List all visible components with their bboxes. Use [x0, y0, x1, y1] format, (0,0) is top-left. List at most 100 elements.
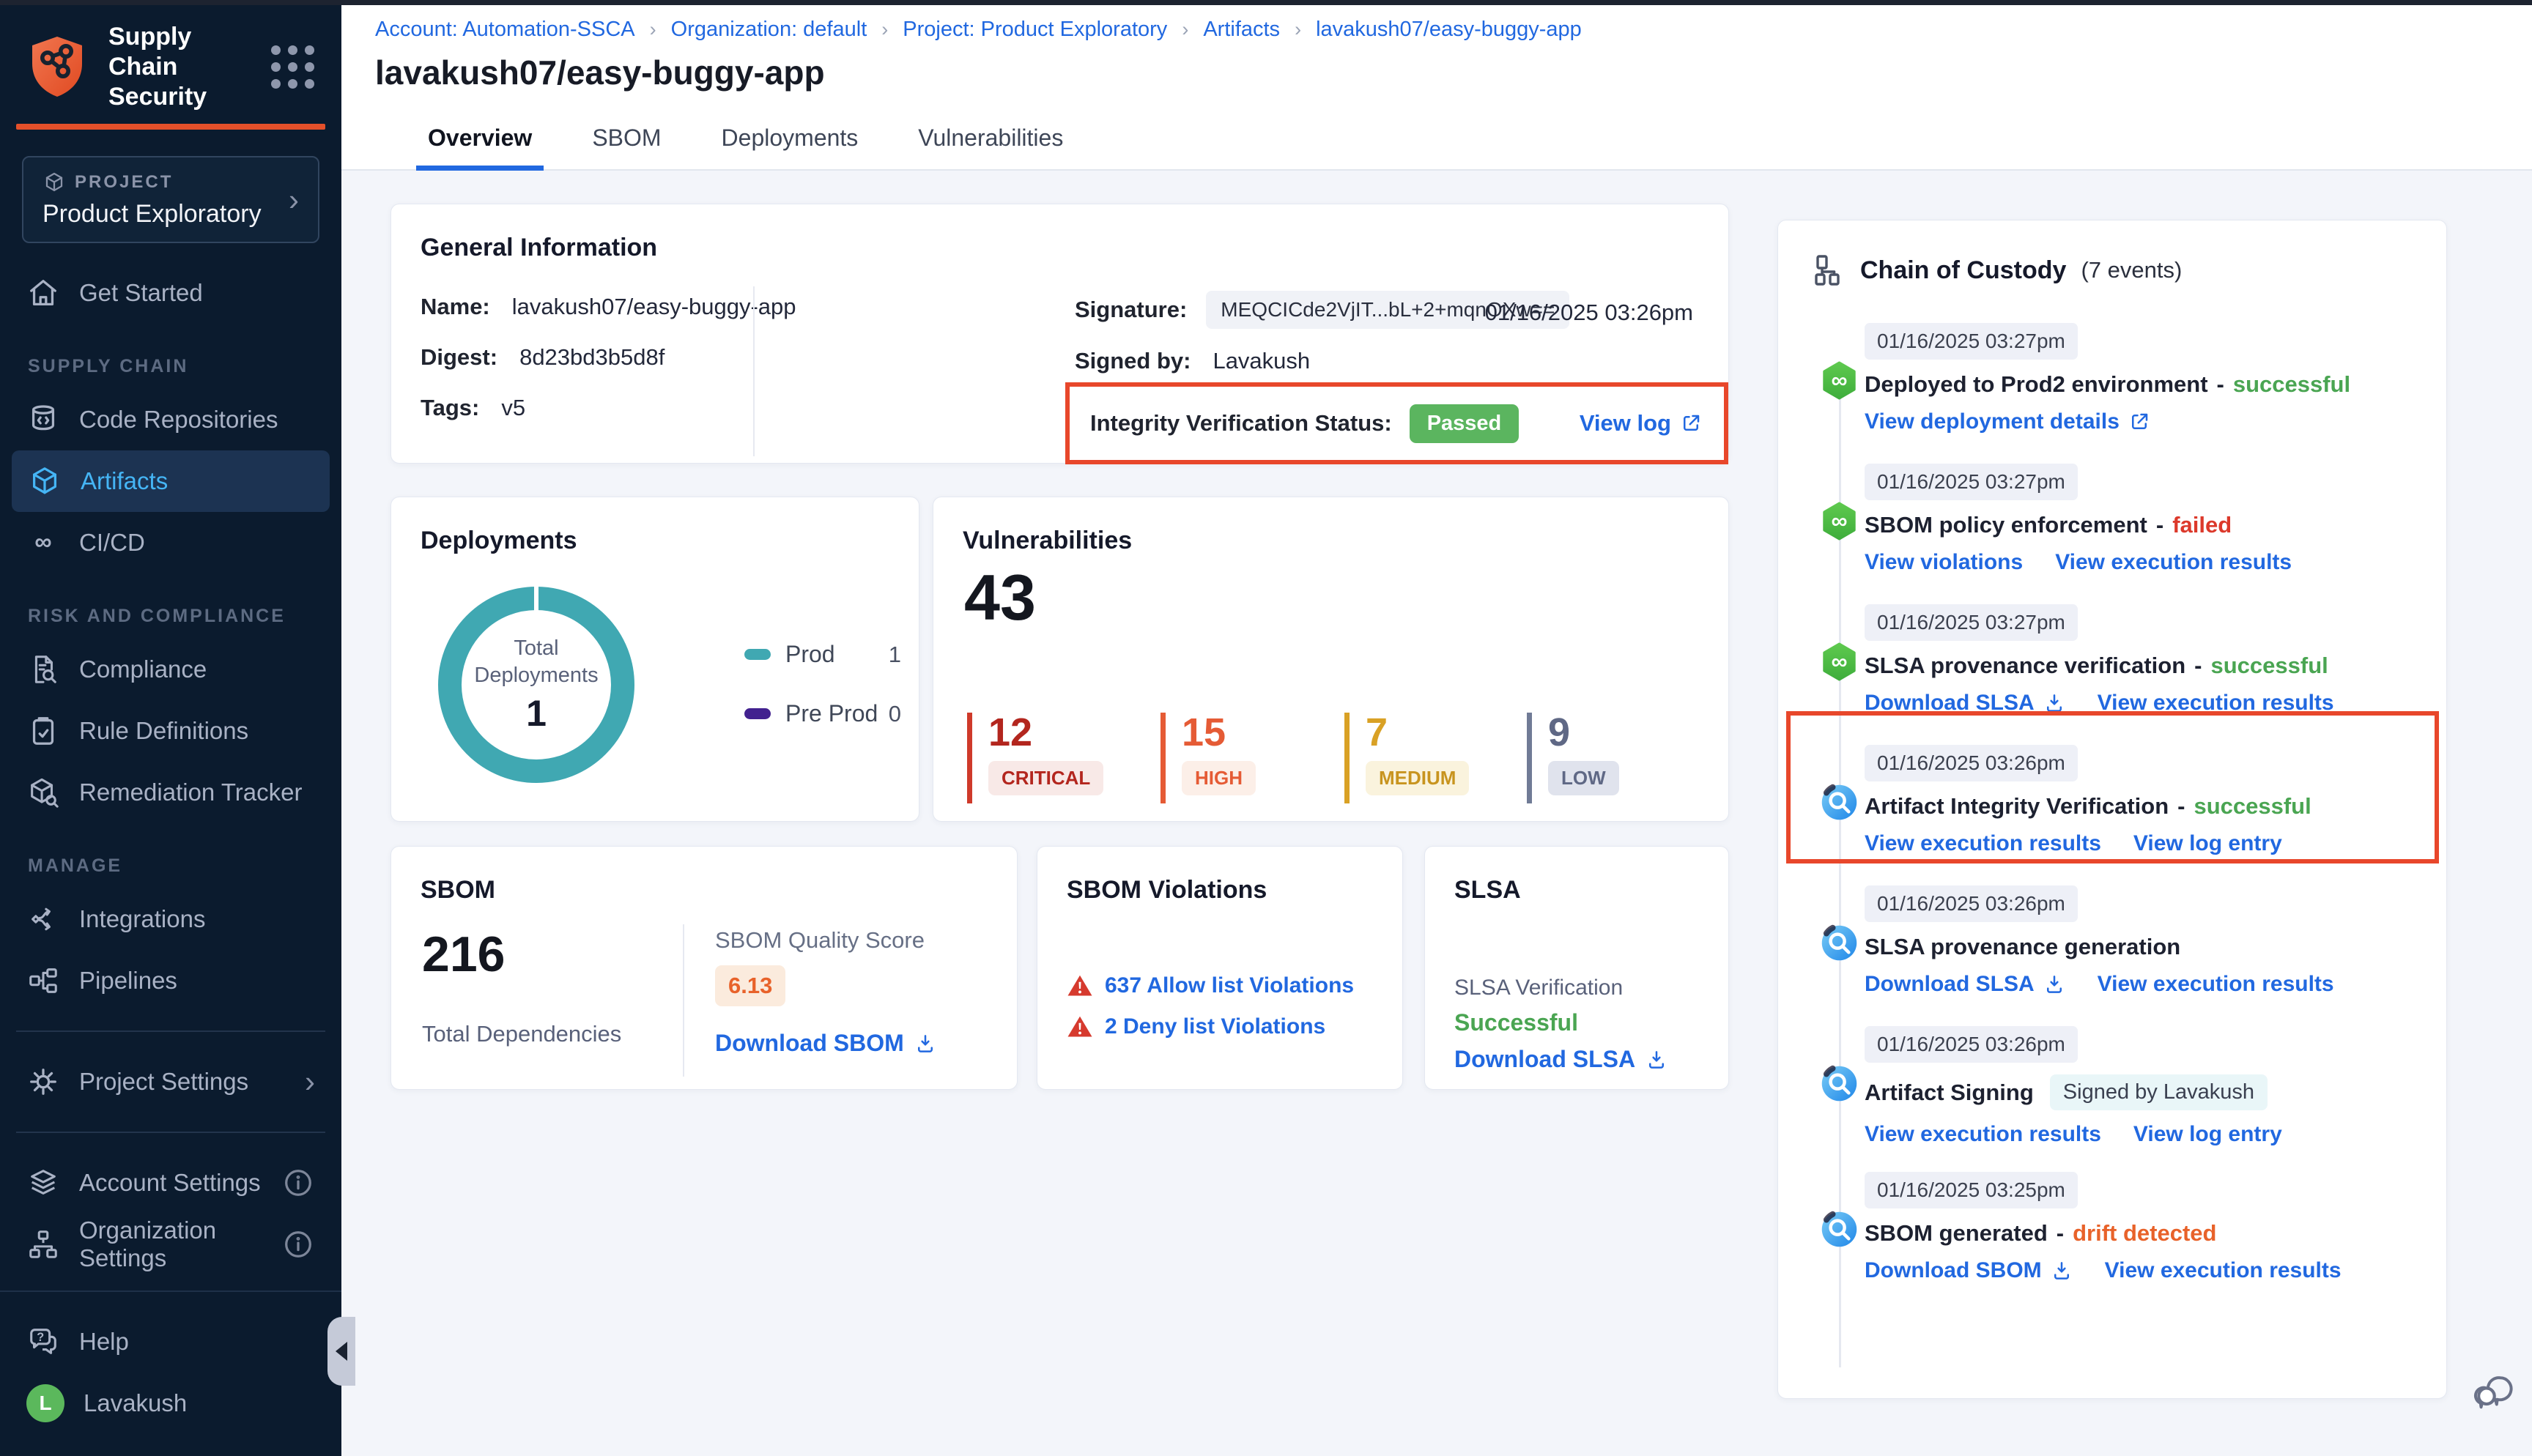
breadcrumb-organization[interactable]: Organization: default	[671, 18, 867, 42]
tab-sbom[interactable]: SBOM	[588, 110, 665, 171]
event-timestamp: 01/16/2025 03:27pm	[1865, 604, 2078, 641]
ssca-magnifier-icon	[1818, 1063, 1860, 1104]
view-violations-link[interactable]: View violations	[1865, 550, 2023, 575]
timeline-event-deployed: 01/16/2025 03:27pm Deployed to Prod2 env…	[1778, 323, 2448, 439]
view-execution-results-link[interactable]: View execution results	[2055, 550, 2292, 575]
tab-overview[interactable]: Overview	[423, 110, 536, 171]
help-chat-icon	[26, 1325, 60, 1359]
artifact-tags: v5	[501, 395, 525, 421]
download-slsa-link[interactable]: Download SLSA	[1865, 972, 2065, 997]
breadcrumb-artifacts[interactable]: Artifacts	[1203, 18, 1280, 42]
sidebar-item-remediation-tracker[interactable]: Remediation Tracker	[0, 762, 341, 823]
pipeline-hexagon-icon	[1818, 641, 1860, 683]
sidebar-item-label: Compliance	[79, 655, 207, 683]
divider	[753, 286, 755, 456]
breadcrumb-separator: ›	[881, 18, 888, 41]
breadcrumb-account[interactable]: Account: Automation-SSCA	[375, 18, 635, 42]
donut-center-label: Total Deployments	[470, 635, 602, 689]
event-status: successful	[2194, 793, 2311, 820]
breadcrumb-separator: ›	[650, 18, 656, 41]
view-deployment-details-link[interactable]: View deployment details	[1865, 409, 2150, 434]
sidebar-item-cicd[interactable]: CI/CD	[0, 512, 341, 573]
download-sbom-link[interactable]: Download SBOM	[715, 1030, 936, 1057]
card-title: Deployments	[421, 527, 577, 555]
sidebar-item-compliance[interactable]: Compliance	[0, 639, 341, 700]
sidebar-collapse-handle[interactable]	[327, 1317, 355, 1386]
download-slsa-link[interactable]: Download SLSA	[1454, 1046, 1667, 1073]
view-log-entry-link[interactable]: View log entry	[2133, 831, 2282, 856]
deployments-donut-chart: Total Deployments 1	[428, 576, 645, 793]
deployments-card: Deployments Total Deployments 1 Prod 1 P…	[390, 497, 919, 822]
sidebar-item-label: Account Settings	[79, 1169, 261, 1197]
event-timestamp: 01/16/2025 03:27pm	[1865, 464, 2078, 500]
breadcrumb: Account: Automation-SSCA › Organization:…	[375, 18, 1582, 42]
breadcrumb-separator: ›	[1182, 18, 1188, 41]
card-title: General Information	[421, 234, 657, 262]
download-sbom-link[interactable]: Download SBOM	[1865, 1258, 2073, 1283]
warning-triangle-icon	[1067, 973, 1093, 999]
annotation-box-integrity: Integrity Verification Status: Passed Vi…	[1065, 382, 1728, 464]
legend-swatch	[744, 649, 771, 660]
sidebar-item-label: Integrations	[79, 905, 205, 933]
legend-item-pre-prod[interactable]: Pre Prod 0	[744, 700, 901, 727]
view-execution-results-link[interactable]: View execution results	[1865, 831, 2101, 856]
tab-bar: Overview SBOM Deployments Vulnerabilitie…	[423, 110, 1067, 171]
warning-triangle-icon	[1067, 1014, 1093, 1040]
timeline-event-artifact-signing: 01/16/2025 03:26pm Artifact Signing Sign…	[1778, 1026, 2448, 1147]
breadcrumb-separator: ›	[1295, 18, 1301, 41]
ssca-magnifier-icon	[1818, 781, 1860, 823]
legend-item-prod[interactable]: Prod 1	[744, 641, 901, 668]
chain-of-custody-timeline: 01/16/2025 03:27pm Deployed to Prod2 env…	[1778, 323, 2448, 1312]
view-log-link[interactable]: View log	[1580, 410, 1702, 437]
view-execution-results-link[interactable]: View execution results	[2098, 972, 2334, 997]
sidebar-item-project-settings[interactable]: Project Settings ›	[0, 1051, 341, 1113]
info-icon	[281, 1227, 315, 1261]
sidebar-item-account-settings[interactable]: Account Settings	[0, 1152, 341, 1214]
event-title: SBOM generated - drift detected	[1865, 1220, 2436, 1247]
deny-list-violations-link[interactable]: 2 Deny list Violations	[1067, 1014, 1325, 1040]
window-top-edge	[0, 0, 2532, 5]
legend-value: 1	[889, 642, 901, 668]
breadcrumb-project[interactable]: Project: Product Exploratory	[903, 18, 1167, 42]
view-execution-results-link[interactable]: View execution results	[1865, 1122, 2101, 1147]
severity-low: 9 LOW	[1527, 713, 1619, 803]
artifact-digest: 8d23bd3b5d8f	[519, 344, 665, 371]
tab-vulnerabilities[interactable]: Vulnerabilities	[914, 110, 1067, 171]
event-title: Artifact Integrity Verification - succes…	[1865, 793, 2436, 820]
sbom-quality-score-label: SBOM Quality Score	[715, 927, 925, 954]
event-timestamp: 01/16/2025 03:26pm	[1865, 1026, 2078, 1063]
sidebar-item-get-started[interactable]: Get Started	[0, 262, 341, 324]
sidebar-item-artifacts[interactable]: Artifacts	[12, 450, 330, 512]
chain-of-custody-card: Chain of Custody (7 events) 01/16/2025 0…	[1777, 220, 2447, 1399]
artifact-cube-icon	[28, 464, 62, 498]
severity-badge: HIGH	[1182, 761, 1256, 795]
page-header: Account: Automation-SSCA › Organization:…	[341, 0, 2532, 171]
event-timestamp: 01/16/2025 03:27pm	[1865, 323, 2078, 360]
module-grid-icon[interactable]	[271, 45, 319, 89]
breadcrumb-current[interactable]: lavakush07/easy-buggy-app	[1316, 18, 1582, 42]
event-timestamp: 01/16/2025 03:26pm	[1865, 745, 2078, 781]
sidebar-item-code-repositories[interactable]: Code Repositories	[0, 389, 341, 450]
user-name: Lavakush	[84, 1389, 187, 1417]
divider	[16, 1132, 325, 1133]
sidebar-item-pipelines[interactable]: Pipelines	[0, 950, 341, 1011]
timeline-event-slsa-generation: 01/16/2025 03:26pm SLSA provenance gener…	[1778, 885, 2448, 1001]
ssca-magnifier-icon	[1818, 1208, 1860, 1250]
ssca-magnifier-icon	[1818, 922, 1860, 964]
cube-icon	[42, 171, 66, 194]
box-search-icon	[26, 776, 60, 809]
severity-badge: LOW	[1548, 761, 1619, 795]
sidebar-item-help[interactable]: Help	[0, 1311, 341, 1373]
sidebar-user[interactable]: L Lavakush	[0, 1373, 341, 1434]
view-execution-results-link[interactable]: View execution results	[2105, 1258, 2342, 1283]
sidebar-item-integrations[interactable]: Integrations	[0, 888, 341, 950]
allow-list-violations-link[interactable]: 637 Allow list Violations	[1067, 973, 1354, 999]
view-log-entry-link[interactable]: View log entry	[2133, 1122, 2282, 1147]
download-icon	[2043, 973, 2065, 995]
project-selector[interactable]: PROJECT Product Exploratory ›	[22, 156, 319, 243]
tab-deployments[interactable]: Deployments	[717, 110, 863, 171]
chat-bubbles-icon[interactable]	[2472, 1370, 2516, 1414]
sidebar-item-rule-definitions[interactable]: Rule Definitions	[0, 700, 341, 762]
severity-badge: MEDIUM	[1366, 761, 1469, 795]
sidebar-item-organization-settings[interactable]: Organization Settings	[0, 1214, 341, 1275]
